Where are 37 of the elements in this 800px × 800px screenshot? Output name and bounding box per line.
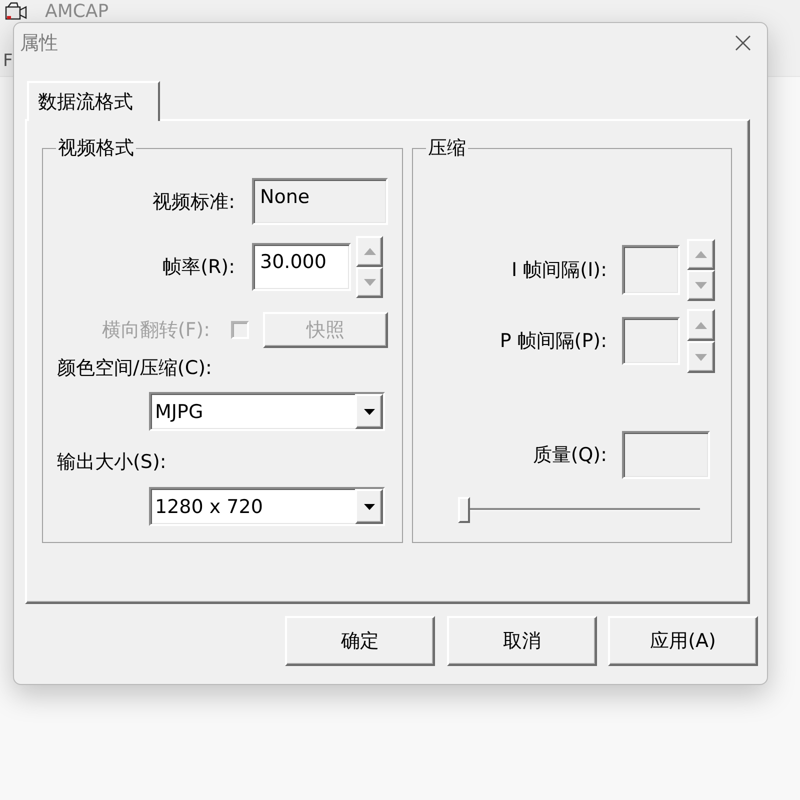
field-label: 横向翻转(F): [100, 319, 210, 341]
frame-rate-field[interactable]: 30.000 [252, 243, 351, 291]
dropdown-arrow-button[interactable] [355, 489, 383, 524]
app-title: AMCAP [45, 2, 109, 21]
triangle-down-icon [364, 279, 376, 286]
spin-up-button[interactable] [687, 309, 715, 341]
spin-up-button[interactable] [356, 236, 383, 267]
spin-down-button[interactable] [356, 267, 383, 298]
caret-down-icon [364, 504, 374, 510]
caret-down-icon [364, 408, 374, 414]
field-label: 颜色空间/压缩(C): [57, 357, 212, 379]
close-icon[interactable] [735, 35, 751, 51]
cancel-button[interactable]: 取消 [447, 616, 597, 666]
triangle-up-icon [364, 248, 376, 255]
apply-button[interactable]: 应用(A) [608, 616, 758, 666]
field-label: I 帧间隔(I): [510, 259, 607, 281]
group-title: 压缩 [427, 137, 467, 159]
spin-up-button[interactable] [687, 239, 715, 270]
triangle-up-icon [695, 322, 707, 328]
output-size-dropdown[interactable]: 1280 x 720 [149, 487, 385, 526]
tab[interactable]: 数据流格式 [27, 81, 160, 121]
spin-down-button[interactable] [687, 270, 715, 301]
field-label: 视频标准: [152, 190, 235, 212]
triangle-up-icon [695, 251, 707, 258]
field-label: 帧率(R): [162, 256, 235, 278]
ok-button[interactable]: 确定 [285, 616, 435, 666]
triangle-down-icon [695, 354, 707, 360]
dialog-title: 属性 [20, 31, 58, 56]
field-label: 质量(Q): [532, 444, 607, 466]
color-space-dropdown[interactable]: MJPG [149, 392, 385, 431]
spin-down-button[interactable] [687, 341, 715, 373]
dropdown-arrow-button[interactable] [355, 394, 383, 429]
triangle-down-icon [695, 282, 707, 289]
menu-item[interactable]: F [3, 50, 13, 70]
field-label: P 帧间隔(P): [498, 330, 607, 352]
field-label: 输出大小(S): [57, 451, 166, 473]
group-title: 视频格式 [57, 137, 135, 159]
